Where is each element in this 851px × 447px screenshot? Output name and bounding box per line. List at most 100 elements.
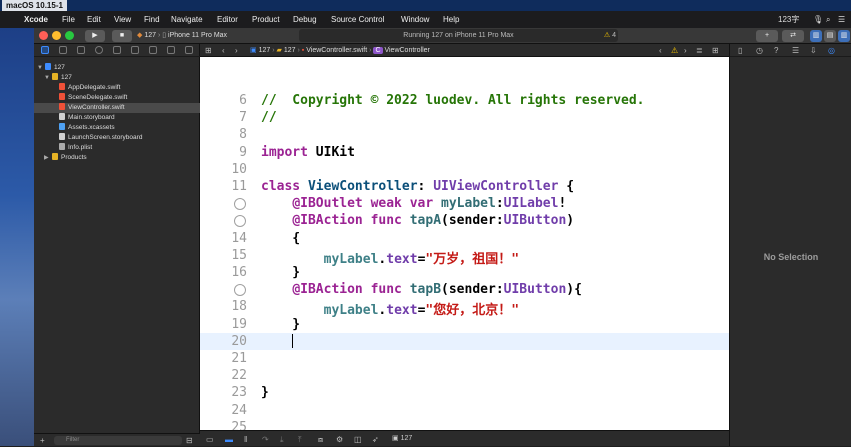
code-line[interactable]: // Copyright © 2022 luodev. All rights r… <box>261 93 645 108</box>
debug-target[interactable]: ▣ 127 <box>392 431 412 447</box>
disclosure-triangle-icon[interactable]: ▼ <box>37 63 45 73</box>
issue-warning-icon[interactable]: ⚠ <box>671 44 678 57</box>
tree-item[interactable]: ▶ Products <box>34 153 200 163</box>
debug-navigator-tab-icon[interactable] <box>149 46 157 54</box>
breakpoints-toggle-icon[interactable]: ▬ <box>225 433 233 446</box>
issue-navigator-tab-icon[interactable] <box>113 46 121 54</box>
menu-help[interactable]: Help <box>443 11 459 28</box>
code-line[interactable]: class ViewController: UIViewController { <box>261 179 574 194</box>
code-line[interactable]: // <box>261 110 277 125</box>
menu-view[interactable]: View <box>114 11 131 28</box>
back-icon[interactable]: ‹ <box>222 44 225 57</box>
stop-button[interactable]: ■ <box>112 30 132 42</box>
breadcrumb-symbol[interactable]: ViewController <box>384 47 429 54</box>
menu-find[interactable]: Find <box>144 11 160 28</box>
zoom-window-button[interactable] <box>65 31 74 40</box>
filter-options-icon[interactable]: ⊟ <box>186 434 193 447</box>
attributes-inspector-icon[interactable]: ⇩ <box>810 44 817 57</box>
connection-outlet-icon[interactable] <box>234 215 246 228</box>
symbol-navigator-tab-icon[interactable] <box>77 46 85 54</box>
menu-app-name[interactable]: Xcode <box>24 11 48 28</box>
tree-item[interactable]: AppDelegate.swift <box>34 83 200 93</box>
code-review-button[interactable]: ⇄ <box>782 30 804 42</box>
disclosure-triangle-icon[interactable]: ▼ <box>44 73 52 83</box>
breadcrumb-file[interactable]: ViewController.swift <box>306 47 367 54</box>
menu-product[interactable]: Product <box>252 11 280 28</box>
code-line[interactable]: import UIKit <box>261 145 355 160</box>
disclosure-triangle-icon[interactable]: ▶ <box>44 153 52 163</box>
menu-source-control[interactable]: Source Control <box>331 11 384 28</box>
code-line[interactable]: @IBAction func tapB(sender:UIButton){ <box>261 282 582 297</box>
menu-file[interactable]: File <box>62 11 75 28</box>
hide-debug-area-icon[interactable]: ▭ <box>206 433 214 446</box>
tree-item[interactable]: ▼ 127 <box>34 63 200 73</box>
code-line[interactable]: myLabel.text="万岁，祖国！" <box>261 248 519 267</box>
memory-graph-icon[interactable]: ⚙ <box>336 433 343 446</box>
quick-help-icon[interactable]: ? <box>774 44 778 57</box>
find-navigator-tab-icon[interactable] <box>95 46 103 54</box>
run-button[interactable]: ▶ <box>85 30 105 42</box>
history-inspector-icon[interactable]: ◷ <box>756 44 763 57</box>
view-hierarchy-icon[interactable]: ⧈ <box>318 433 323 446</box>
debug-area-toggle-icon[interactable]: ▤ <box>824 30 836 42</box>
identity-inspector-icon[interactable]: ☰ <box>792 44 799 57</box>
code-line[interactable]: @IBAction func tapA(sender:UIButton) <box>261 213 574 228</box>
pause-icon[interactable]: ‖ <box>244 433 247 446</box>
library-button[interactable]: + <box>756 30 778 42</box>
simulate-location-icon[interactable]: ➶ <box>372 433 379 446</box>
add-file-icon[interactable]: + <box>40 434 45 447</box>
scheme-selector[interactable]: ◆ 127 › ▯ iPhone 11 Pro Max <box>137 30 227 42</box>
forward-icon[interactable]: › <box>235 44 238 57</box>
tree-item[interactable]: SceneDelegate.swift <box>34 93 200 103</box>
code-line[interactable]: myLabel.text="您好，北京！" <box>261 299 519 318</box>
close-window-button[interactable] <box>39 31 48 40</box>
navigator-toggle-icon[interactable]: ▥ <box>810 30 822 42</box>
minimize-window-button[interactable] <box>52 31 61 40</box>
inspector-toggle-icon[interactable]: ▥ <box>838 30 850 42</box>
tree-item[interactable]: ▼ 127 <box>34 73 200 83</box>
tree-item[interactable]: ViewController.swift <box>34 103 200 113</box>
menu-edit[interactable]: Edit <box>87 11 101 28</box>
microphone-icon[interactable]: 🎙 <box>813 11 823 28</box>
code-line[interactable]: } <box>261 385 269 400</box>
previous-issue-icon[interactable]: ‹ <box>659 44 662 57</box>
related-items-icon[interactable]: ⊞ <box>205 44 212 57</box>
adjust-editor-options-icon[interactable]: ≣ <box>696 44 703 57</box>
menu-navigate[interactable]: Navigate <box>171 11 203 28</box>
spotlight-search-icon[interactable]: ⌕ <box>826 11 830 28</box>
tree-item[interactable]: Info.plist <box>34 143 200 153</box>
step-out-icon[interactable]: ⤒ <box>298 433 302 446</box>
breadcrumb-group[interactable]: 127 <box>284 47 296 54</box>
connection-outlet-icon[interactable] <box>234 284 246 297</box>
vm-tab-label[interactable]: macOS 10.15-1 <box>2 0 67 11</box>
menu-debug[interactable]: Debug <box>293 11 317 28</box>
code-line[interactable]: { <box>261 231 300 246</box>
environment-overrides-icon[interactable]: ◫ <box>354 433 362 446</box>
step-over-icon[interactable]: ↷ <box>262 433 269 446</box>
code-line[interactable]: @IBOutlet weak var myLabel:UILabel! <box>261 196 566 211</box>
source-editor[interactable]: 6 // Copyright © 2022 luodev. All rights … <box>200 57 729 435</box>
menu-window[interactable]: Window <box>401 11 429 28</box>
source-control-navigator-tab-icon[interactable] <box>59 46 67 54</box>
code-line[interactable]: } <box>261 265 300 280</box>
filter-input[interactable]: Filter <box>54 436 182 445</box>
input-method-status[interactable]: 123字 <box>778 11 799 28</box>
step-in-icon[interactable]: ⤓ <box>280 433 284 446</box>
tree-item[interactable]: Assets.xcassets <box>34 123 200 133</box>
connections-inspector-icon[interactable]: ◎ <box>828 44 835 57</box>
control-center-icon[interactable]: ☰ <box>838 11 845 28</box>
connection-outlet-icon[interactable] <box>234 198 246 211</box>
test-navigator-tab-icon[interactable] <box>131 46 139 54</box>
tree-item[interactable]: Main.storyboard <box>34 113 200 123</box>
breadcrumb-project[interactable]: 127 <box>259 47 271 54</box>
breakpoint-navigator-tab-icon[interactable] <box>167 46 175 54</box>
report-navigator-tab-icon[interactable] <box>185 46 193 54</box>
file-inspector-icon[interactable]: ▯ <box>738 44 742 57</box>
next-issue-icon[interactable]: › <box>684 44 687 57</box>
warning-badge[interactable]: ⚠ 4 <box>604 30 616 42</box>
add-editor-icon[interactable]: ⊞ <box>712 44 719 57</box>
code-line[interactable] <box>261 333 294 350</box>
code-line[interactable]: } <box>261 317 300 332</box>
tree-item[interactable]: LaunchScreen.storyboard <box>34 133 200 143</box>
project-navigator-tab-icon[interactable] <box>41 46 49 54</box>
